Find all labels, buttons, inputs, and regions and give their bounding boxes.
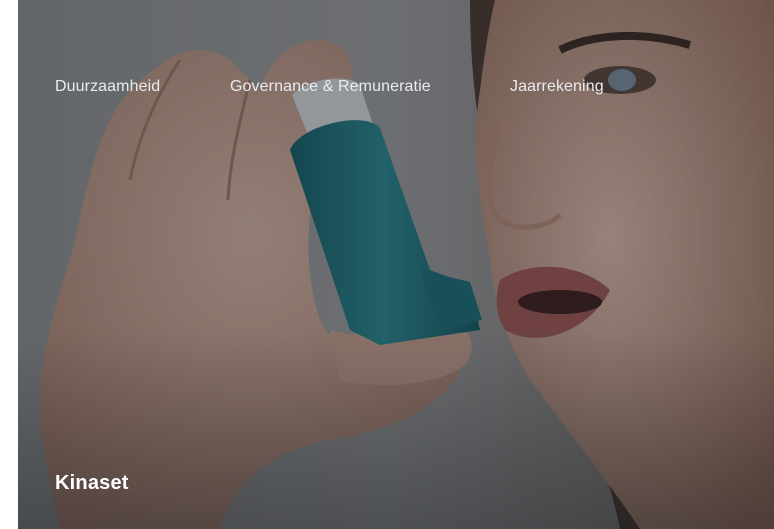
image-bottom-gradient <box>0 329 774 529</box>
hero-banner[interactable]: Duurzaamheid Governance & Remuneratie Ja… <box>0 0 774 529</box>
nav-link-jaarrekening[interactable]: Jaarrekening <box>510 78 604 96</box>
nav-link-duurzaamheid[interactable]: Duurzaamheid <box>55 78 160 96</box>
hero-title[interactable]: Kinaset <box>55 472 129 495</box>
nav-link-governance-remuneratie[interactable]: Governance & Remuneratie <box>230 78 431 96</box>
left-edge-strip <box>0 0 18 529</box>
